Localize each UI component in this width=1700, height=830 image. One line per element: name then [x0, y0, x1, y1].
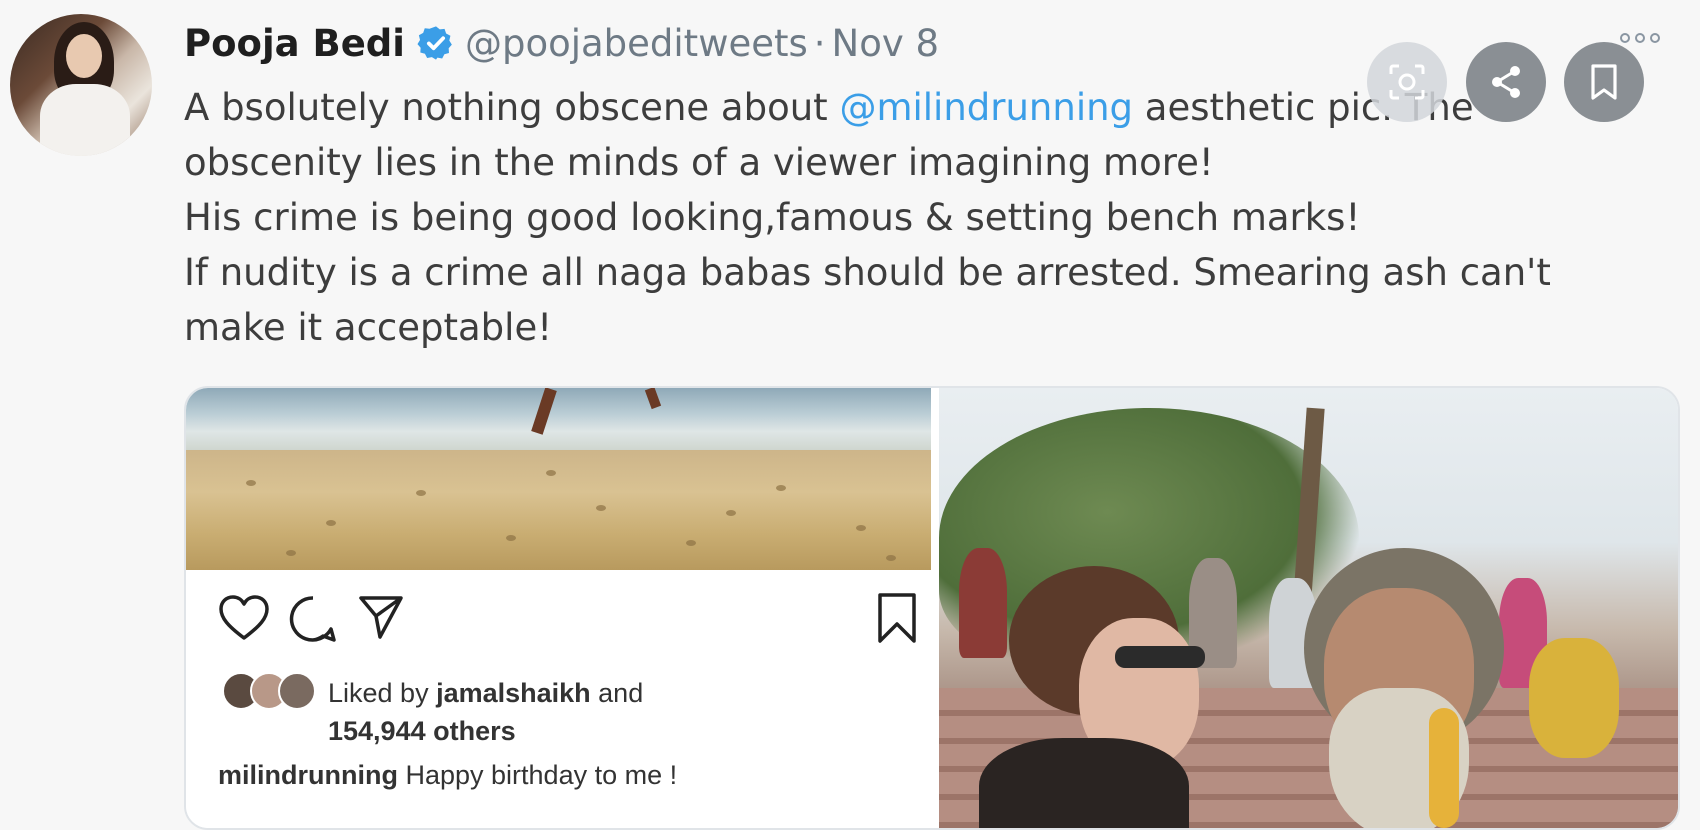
tweet-text: A bsolutely nothing obscene about @milin… — [184, 80, 1634, 355]
likes-prefix: Liked by — [328, 678, 437, 708]
beach-photo-sea — [186, 388, 931, 450]
liker-avatars — [222, 672, 316, 710]
visual-search-icon[interactable] — [1367, 42, 1447, 122]
tweet-line: If nudity is a crime all naga babas shou… — [184, 251, 1551, 294]
bookmark-icon[interactable] — [876, 592, 918, 644]
author-avatar[interactable] — [10, 14, 152, 156]
caption-username: milindrunning — [218, 760, 398, 790]
author-handle[interactable]: @poojabeditweets — [465, 22, 808, 65]
tweet-line: make it acceptable! — [184, 306, 553, 349]
share-icon[interactable] — [1466, 42, 1546, 122]
background-person — [959, 548, 1007, 658]
caption-text: Happy birthday to me ! — [397, 760, 678, 790]
author-name[interactable]: Pooja Bedi — [184, 22, 405, 65]
beach-photo-sand — [186, 450, 931, 570]
likes-count: 154,944 others — [328, 716, 516, 746]
media-image-instagram-screenshot[interactable]: Liked by jamalshaikh and 154,944 others … — [186, 388, 931, 828]
comment-icon[interactable] — [288, 594, 338, 644]
separator: · — [813, 21, 826, 65]
liked-by-user: jamalshaikh — [436, 678, 591, 708]
tweet-header: Pooja Bedi @poojabeditweets · Nov 8 — [184, 18, 939, 68]
more-options-icon[interactable] — [1620, 24, 1672, 52]
save-icon[interactable] — [1564, 42, 1644, 122]
mention-link[interactable]: @milindrunning — [839, 86, 1133, 129]
heart-icon[interactable] — [218, 594, 270, 642]
woman-body — [979, 738, 1189, 828]
instagram-caption: milindrunning Happy birthday to me ! — [218, 760, 677, 791]
verified-badge-icon — [417, 26, 452, 60]
likes-and: and — [590, 678, 644, 708]
tweet-media[interactable]: Liked by jamalshaikh and 154,944 others … — [184, 386, 1680, 830]
marigold-garland — [1429, 708, 1459, 828]
send-icon[interactable] — [358, 594, 404, 640]
background-person — [1529, 638, 1619, 758]
tweet-date[interactable]: Nov 8 — [832, 22, 940, 65]
media-image-ghat-photo[interactable] — [939, 388, 1678, 828]
likes-summary: Liked by jamalshaikh and 154,944 others — [222, 672, 644, 750]
tweet-line: obscenity lies in the minds of a viewer … — [184, 141, 1214, 184]
sunglasses — [1115, 646, 1205, 668]
tweet-text-segment: A bsolutely nothing obscene about — [184, 86, 840, 129]
tweet-line: His crime is being good looking,famous &… — [184, 196, 1361, 239]
